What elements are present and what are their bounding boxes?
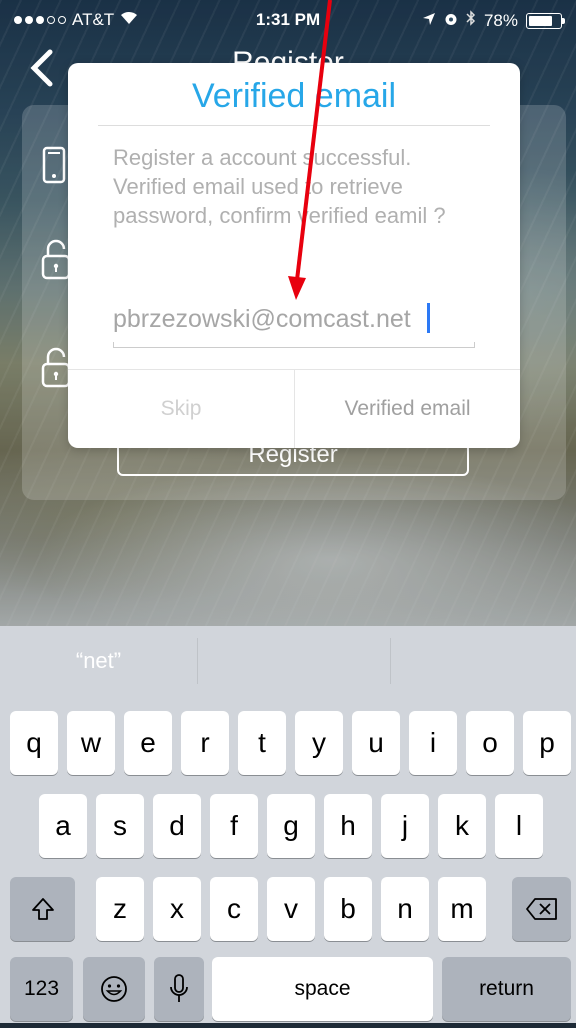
key-y[interactable]: y: [295, 711, 343, 775]
shift-icon: [31, 898, 54, 920]
suggestion-item[interactable]: [391, 626, 576, 696]
suggestion-item[interactable]: “net”: [0, 626, 197, 696]
key-k[interactable]: k: [438, 794, 486, 858]
skip-button[interactable]: Skip: [68, 370, 294, 448]
numbers-key[interactable]: 123: [10, 957, 73, 1021]
key-a[interactable]: a: [39, 794, 87, 858]
microphone-icon: [170, 974, 188, 1002]
space-key[interactable]: space: [212, 957, 433, 1021]
key-d[interactable]: d: [153, 794, 201, 858]
key-p[interactable]: p: [523, 711, 571, 775]
key-r[interactable]: r: [181, 711, 229, 775]
key-n[interactable]: n: [381, 877, 429, 941]
delete-key[interactable]: [512, 877, 571, 941]
key-i[interactable]: i: [409, 711, 457, 775]
email-field[interactable]: [113, 299, 475, 339]
emoji-key[interactable]: [83, 957, 145, 1021]
battery-percent: 78%: [483, 10, 518, 30]
status-bar: AT&T 1:31 PM 78%: [0, 0, 576, 40]
suggestion-item[interactable]: [198, 626, 390, 696]
text-caret: [427, 303, 430, 333]
key-u[interactable]: u: [352, 711, 400, 775]
shift-key[interactable]: [10, 877, 75, 941]
dialog-message: Register a account successful. Verified …: [113, 145, 446, 228]
divider: [98, 125, 490, 126]
location-icon: [422, 11, 436, 31]
key-m[interactable]: m: [438, 877, 486, 941]
return-key[interactable]: return: [442, 957, 571, 1021]
key-g[interactable]: g: [267, 794, 315, 858]
microphone-key[interactable]: [154, 957, 204, 1021]
key-w[interactable]: w: [67, 711, 115, 775]
key-e[interactable]: e: [124, 711, 172, 775]
status-right: 78%: [422, 10, 565, 31]
key-t[interactable]: t: [238, 711, 286, 775]
battery-icon: [526, 12, 565, 29]
key-l[interactable]: l: [495, 794, 543, 858]
key-q[interactable]: q: [10, 711, 58, 775]
key-f[interactable]: f: [210, 794, 258, 858]
alarm-icon: [444, 11, 458, 31]
email-underline: [113, 342, 475, 348]
key-h[interactable]: h: [324, 794, 372, 858]
emoji-icon: [101, 976, 127, 1002]
key-c[interactable]: c: [210, 877, 258, 941]
key-z[interactable]: z: [96, 877, 144, 941]
key-b[interactable]: b: [324, 877, 372, 941]
key-s[interactable]: s: [96, 794, 144, 858]
verify-email-dialog: Verified email Register a account succes…: [68, 63, 520, 448]
bluetooth-icon: [466, 10, 476, 31]
key-v[interactable]: v: [267, 877, 315, 941]
key-j[interactable]: j: [381, 794, 429, 858]
verify-email-button[interactable]: Verified email: [295, 370, 520, 448]
key-x[interactable]: x: [153, 877, 201, 941]
key-o[interactable]: o: [466, 711, 514, 775]
backspace-icon: [525, 898, 557, 920]
suggestion-bar: “net”: [0, 626, 576, 696]
dialog-title: Verified email: [191, 77, 397, 115]
